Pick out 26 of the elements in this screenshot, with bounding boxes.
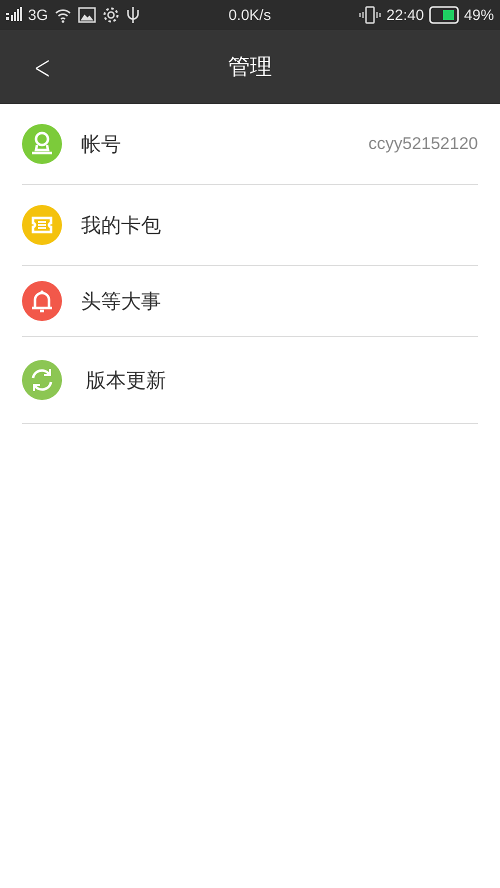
- list-item[interactable]: 版本更新: [22, 337, 478, 424]
- vibrate-icon: [359, 6, 382, 24]
- network-type: 3G: [28, 6, 48, 24]
- image-icon: [78, 7, 96, 23]
- network-speed: 0.0K/s: [228, 6, 271, 24]
- back-button[interactable]: <: [30, 48, 54, 88]
- bell-icon: [22, 281, 62, 321]
- list-item[interactable]: 头等大事: [22, 266, 478, 337]
- battery-percent: 49%: [464, 6, 494, 24]
- item-label: 版本更新: [86, 366, 166, 394]
- account-id: ccyy52152120: [368, 134, 478, 154]
- item-label: 帐号: [81, 130, 121, 158]
- ticket-icon: [22, 205, 62, 245]
- list-item[interactable]: 帐号 ccyy52152120: [22, 104, 478, 185]
- settings-icon: [102, 6, 120, 24]
- clock: 22:40: [386, 6, 424, 24]
- item-label: 头等大事: [81, 288, 161, 314]
- page-title: 管理: [228, 54, 272, 82]
- wifi-icon: [54, 7, 72, 23]
- refresh-icon: [22, 360, 62, 400]
- battery-icon: [428, 6, 459, 24]
- signal-icon: [6, 7, 22, 23]
- item-label: 我的卡包: [81, 212, 161, 238]
- usb-icon: [126, 6, 140, 24]
- person-icon: [22, 124, 62, 164]
- list-item[interactable]: 我的卡包: [22, 185, 478, 266]
